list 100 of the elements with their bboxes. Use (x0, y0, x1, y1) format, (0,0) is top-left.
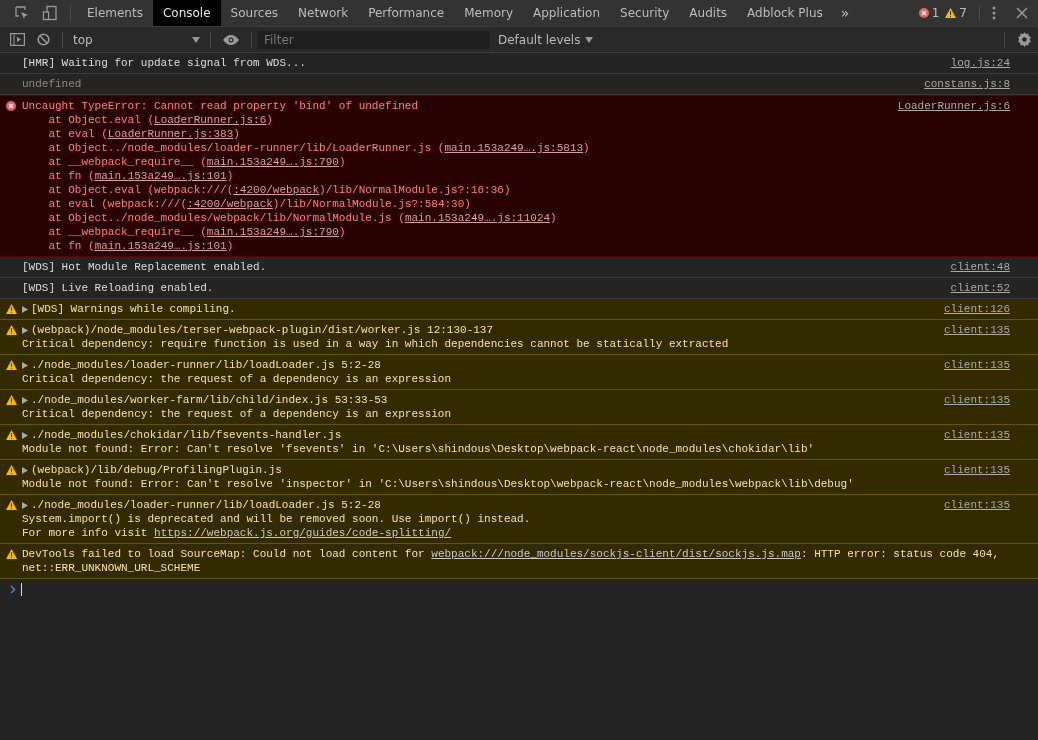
source-link[interactable]: client:135 (944, 358, 1010, 386)
expand-triangle-icon[interactable] (22, 466, 28, 474)
source-link[interactable]: client:135 (944, 393, 1010, 421)
message-text: at Object../node_modules/webpack/lib/NormalModule.js ( (47, 211, 405, 225)
clear-icon[interactable] (37, 33, 50, 46)
panel-tab[interactable]: Security (610, 0, 680, 26)
message-text: ) (338, 225, 346, 239)
panel-tab[interactable]: Elements (77, 0, 153, 26)
message-text: Critical dependency: the request of a dependency is an expression (22, 407, 452, 421)
message-text: ) (338, 155, 346, 169)
source-link[interactable]: log.js:24 (950, 56, 1010, 70)
message-text: at Object.eval ( (47, 113, 155, 127)
message-text: (webpack)/lib/debug/ProfilingPlugin.js (31, 463, 282, 477)
message-text: : HTTP error: status code 404, (800, 547, 999, 561)
warning-icon (5, 465, 17, 475)
source-link[interactable]: client:135 (944, 463, 1010, 491)
message-text: )/lib/NormalModule.js?:16:36) (319, 183, 511, 197)
source-link[interactable]: :4200/webpack (233, 183, 320, 197)
message-text: ) (226, 239, 234, 253)
message-text: at Object../node_modules/loader-runner/lib/LoaderRunner.js ( (47, 141, 445, 155)
source-link[interactable]: main.153a249….js:101 (94, 239, 227, 253)
eye-icon[interactable] (223, 34, 239, 45)
panel-tab[interactable]: Adblock Plus (737, 0, 833, 26)
filter-field[interactable]: Filter (258, 30, 490, 49)
source-link[interactable]: main.153a249….js:790 (206, 155, 339, 169)
message-text: ./node_modules/chokidar/lib/fsevents-handler.js (31, 428, 342, 442)
message-text: ) (583, 141, 590, 155)
message-text: ) (233, 127, 240, 141)
source-link[interactable]: :4200/webpack (187, 197, 273, 211)
source-link[interactable]: constans.js:8 (924, 77, 1010, 91)
source-link[interactable]: LoaderRunner.js:383 (107, 127, 234, 141)
expand-triangle-icon[interactable] (22, 501, 28, 509)
source-link[interactable]: webpack:///node_modules/sockjs-client/dist/sockjs.js.map (431, 547, 801, 561)
message-text: For more info visit (22, 526, 149, 540)
source-link[interactable]: main.153a249….js:790 (206, 225, 339, 239)
source-link[interactable]: LoaderRunner.js:6 (897, 99, 1010, 253)
message-text: at Object.eval (webpack:///( (47, 183, 234, 197)
text-cursor (21, 583, 22, 596)
message-text: Module not found: Error: Can't resolve 'inspector' in 'C:\Users\shindous\Desktop\webpack-react\node_modules\webpack\lib\debug' (22, 477, 854, 491)
error-count: 1 (931, 6, 940, 20)
message-text: [WDS] Warnings while compiling. (31, 302, 236, 316)
message-text: at eval ( (47, 127, 108, 141)
message-text: net::ERR_UNKNOWN_URL_SCHEME (22, 561, 201, 575)
message-text: DevTools failed to load SourceMap: Could not load content for (22, 547, 426, 561)
message-text: [WDS] Live Reloading enabled. (22, 281, 214, 295)
source-link[interactable]: LoaderRunner.js:6 (154, 113, 267, 127)
message-text: ) (226, 169, 234, 183)
close-icon[interactable] (1016, 7, 1028, 19)
levels-dropdown[interactable]: Default levels (490, 32, 602, 47)
more-tabs-button[interactable]: » (832, 5, 858, 21)
message-text: ) (550, 211, 557, 225)
panel-tab[interactable]: Performance (358, 0, 455, 26)
message-text: ./node_modules/worker-farm/lib/child/index.js 53:33-53 (31, 393, 388, 407)
error-icon (6, 101, 16, 111)
panel-tab[interactable]: Console (152, 0, 221, 26)
source-link[interactable]: client:52 (950, 281, 1010, 295)
source-link[interactable]: client:126 (944, 302, 1010, 316)
source-link[interactable]: client:135 (944, 428, 1010, 456)
warning-icon (945, 8, 957, 18)
message-text: ./node_modules/loader-runner/lib/loadLoader.js 5:2-28 (31, 358, 381, 372)
message-text: at __webpack_require__ ( (47, 225, 207, 239)
sidebar-toggle-icon[interactable] (10, 33, 25, 46)
source-link[interactable]: https://webpack.js.org/guides/code-splitting/ (154, 526, 452, 540)
kebab-menu-icon[interactable] (992, 6, 996, 20)
expand-triangle-icon[interactable] (22, 396, 28, 404)
message-text: at __webpack_require__ ( (47, 155, 207, 169)
expand-triangle-icon[interactable] (22, 361, 28, 369)
panel-tab[interactable]: Memory (454, 0, 523, 26)
message-text: [HMR] Waiting for update signal from WDS... (22, 56, 306, 70)
panel-tab[interactable]: Audits (679, 0, 738, 26)
warning-icon (5, 304, 17, 314)
source-link[interactable]: client:48 (950, 260, 1010, 274)
expand-triangle-icon[interactable] (22, 305, 28, 313)
panel-tab[interactable]: Network (288, 0, 359, 26)
panel-tab[interactable]: Sources (220, 0, 289, 26)
settings-icon[interactable] (1017, 32, 1032, 47)
message-text: at fn ( (47, 169, 95, 183)
warning-icon (5, 430, 17, 440)
source-link[interactable]: main.153a249….js:5813 (444, 141, 584, 155)
dropdown-caret-icon (585, 36, 594, 43)
warning-count: 7 (959, 6, 967, 20)
expand-triangle-icon[interactable] (22, 431, 28, 439)
expand-triangle-icon[interactable] (22, 326, 28, 334)
source-link[interactable]: client:135 (944, 498, 1010, 540)
panel-tab[interactable]: Application (523, 0, 611, 26)
inspect-icon[interactable] (14, 5, 30, 21)
message-text: ) (266, 113, 273, 127)
message-text: [WDS] Hot Module Replacement enabled. (22, 260, 267, 274)
warning-icon (5, 500, 17, 510)
source-link[interactable]: client:135 (944, 323, 1010, 351)
source-link[interactable]: main.153a249….js:11024 (404, 211, 551, 225)
message-text: undefined (22, 77, 82, 91)
warning-icon (5, 360, 17, 370)
warning-icon (5, 325, 17, 335)
source-link[interactable]: main.153a249….js:101 (94, 169, 227, 183)
device-icon[interactable] (42, 5, 58, 21)
message-text: at eval (webpack:///( (47, 197, 188, 211)
context-dropdown[interactable]: top (69, 32, 204, 47)
message-text: ./node_modules/loader-runner/lib/loadLoader.js 5:2-28 (31, 498, 381, 512)
message-text: Uncaught TypeError: Cannot read property 'bind' of undefined (22, 99, 419, 113)
